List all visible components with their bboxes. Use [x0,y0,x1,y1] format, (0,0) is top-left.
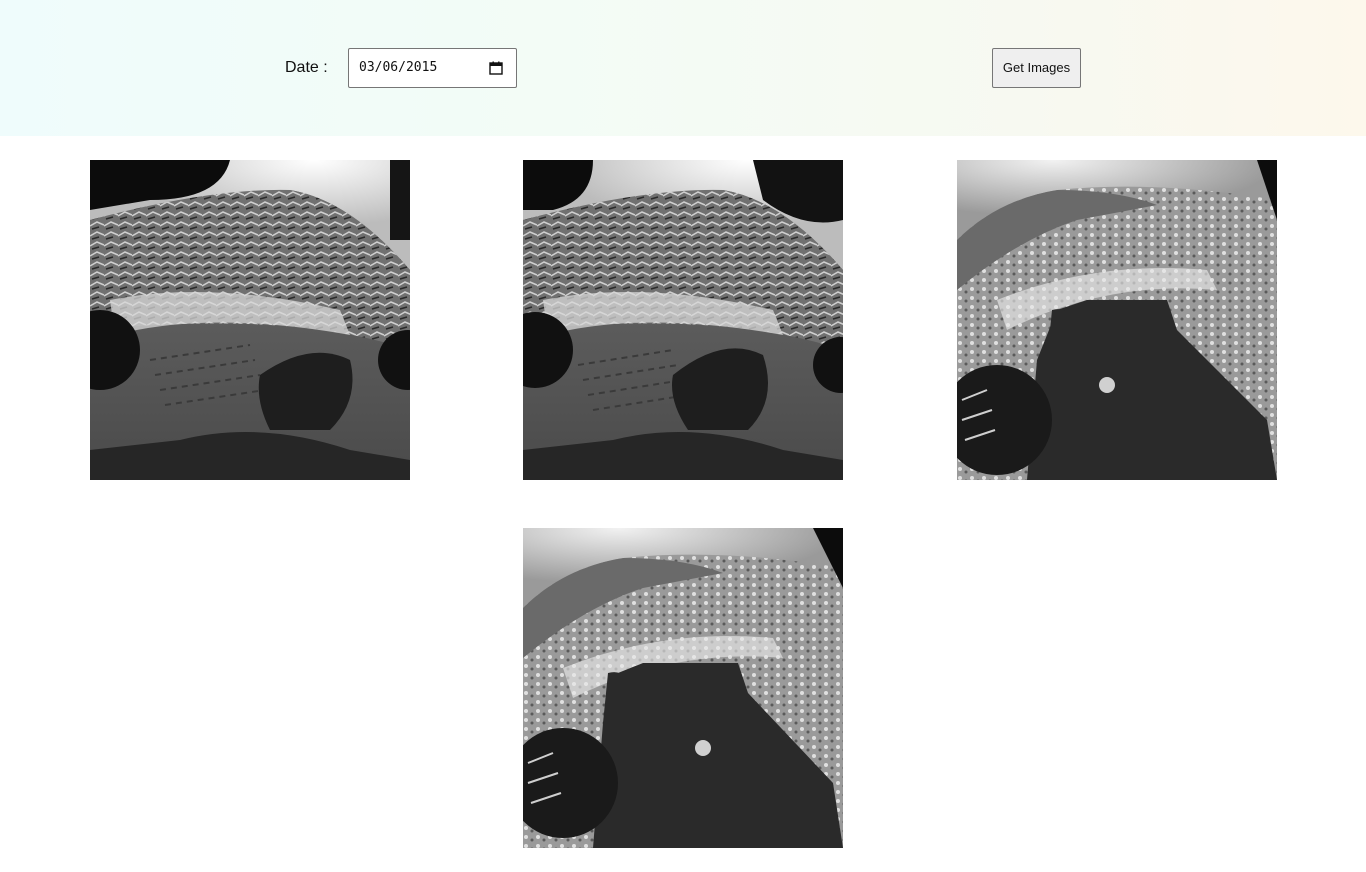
date-input[interactable]: 03/06/2015 [348,48,517,88]
date-label: Date : [285,59,328,76]
mars-photo-2 [523,160,843,480]
date-value: 03/06/2015 [359,60,438,75]
header-bar: Date : 03/06/2015 Get Images [0,0,1366,136]
get-images-button[interactable]: Get Images [992,48,1081,88]
calendar-icon[interactable] [489,61,503,75]
mars-photo-1 [90,160,410,480]
mars-photo-4 [523,528,843,848]
mars-photo-3 [957,160,1277,480]
